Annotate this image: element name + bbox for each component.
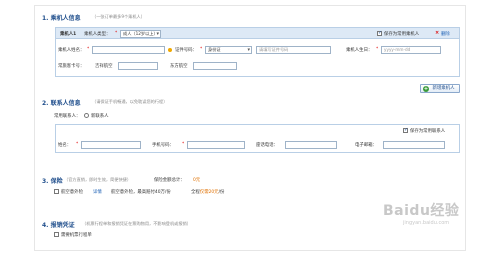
- insurance-total-value: 0元: [193, 178, 201, 183]
- contact-name-label: 姓名：: [58, 143, 72, 148]
- ff-airline-label: 吉祥航空: [95, 64, 113, 69]
- contact-landline-label: 座话电话：: [256, 143, 278, 148]
- save-passenger-label: 保存为常用乘机人: [384, 32, 420, 37]
- invoice-section-title: 4. 报销凭证: [42, 222, 75, 229]
- contact-section-subtitle: （请保证手机畅通，以免耽误您的行程）: [92, 99, 168, 104]
- invoice-section-subtitle: （机票行程单和报销凭证在票购物用，不影响登机或报销）: [82, 221, 191, 226]
- insurance-checkbox[interactable]: [54, 189, 59, 194]
- id-number-label: 证件号码：: [175, 48, 197, 53]
- required-mark: *: [200, 47, 203, 52]
- save-contact-label: 保存为常用联系人: [410, 129, 446, 134]
- new-contact-radio[interactable]: [84, 113, 89, 118]
- passenger-type-label: 乘机人类型：: [84, 32, 111, 37]
- insurance-price: 全程仅需20元/份: [191, 190, 225, 195]
- invoice-checkbox[interactable]: [54, 232, 59, 237]
- id-number-input[interactable]: 请填写证件号码: [256, 46, 331, 54]
- id-number-placeholder: 请填写证件号码: [259, 47, 289, 52]
- id-type-select[interactable]: 身份证: [205, 46, 252, 54]
- ff-airline2-label: 东方航空: [170, 64, 188, 69]
- passenger-row-label: 乘机人1: [60, 32, 77, 37]
- plus-icon: +: [423, 86, 429, 92]
- info-icon: [168, 48, 172, 52]
- insurance-section-subtitle: （官方直销，即时生效，简便快捷）: [64, 177, 132, 182]
- common-contact-label: 常用联系人：: [54, 114, 81, 119]
- insurance-section-title: 3. 保险: [42, 178, 63, 185]
- insurance-total-label: 保险金额总计：: [154, 178, 185, 183]
- passenger-section-title: 1. 乘机人信息: [42, 15, 81, 22]
- add-passenger-label: 新增乘机人: [432, 86, 455, 91]
- contact-name-input[interactable]: [81, 141, 141, 149]
- invoice-need-label: 需要机票行程单: [61, 233, 92, 238]
- required-mark: *: [376, 47, 379, 52]
- baidu-watermark-url: jingyan.baidu.com: [403, 220, 450, 226]
- contact-email-input[interactable]: [383, 141, 445, 149]
- delete-passenger-link[interactable]: 删除: [441, 31, 450, 37]
- birthday-label: 乘机人生日：: [346, 48, 373, 53]
- required-mark: *: [76, 142, 79, 147]
- ff-number2-input[interactable]: [193, 62, 237, 70]
- save-contact-checkbox[interactable]: [403, 127, 408, 133]
- delete-icon[interactable]: ×: [435, 31, 440, 36]
- passenger-section-subtitle: （一张订单最多9个乘机人）: [92, 14, 145, 19]
- contact-phone-label: 手机号码：: [152, 143, 174, 148]
- save-passenger-checkbox[interactable]: [377, 30, 382, 36]
- passenger-type-select[interactable]: 成人（12岁以上）: [120, 30, 161, 38]
- add-passenger-button[interactable]: + 新增乘机人: [420, 84, 460, 93]
- new-contact-label: 新联系人: [91, 114, 109, 119]
- ff-number-input[interactable]: [118, 62, 158, 70]
- birthday-input[interactable]: yyyy-mm-dd: [381, 46, 441, 54]
- contact-landline-input[interactable]: [285, 141, 337, 149]
- passenger-name-label: 乘机人姓名：: [58, 48, 85, 53]
- required-mark: *: [87, 47, 90, 52]
- required-mark: *: [182, 142, 185, 147]
- insurance-item-label: 航空意外险: [61, 190, 83, 195]
- contact-section-title: 2. 联系人信息: [42, 100, 81, 107]
- contact-email-label: 电子邮箱：: [355, 143, 377, 148]
- insurance-detail-link[interactable]: 详情: [93, 189, 102, 195]
- insurance-item-desc: 航空意外险，最高赔付40万/份: [111, 190, 171, 195]
- frequent-flyer-label: 常旅客卡号：: [58, 64, 85, 69]
- required-mark: *: [115, 31, 118, 36]
- passenger-name-input[interactable]: [92, 46, 165, 54]
- baidu-watermark: Baidu经验: [383, 203, 460, 219]
- birthday-placeholder: yyyy-mm-dd: [384, 47, 411, 52]
- contact-phone-input[interactable]: [187, 141, 245, 149]
